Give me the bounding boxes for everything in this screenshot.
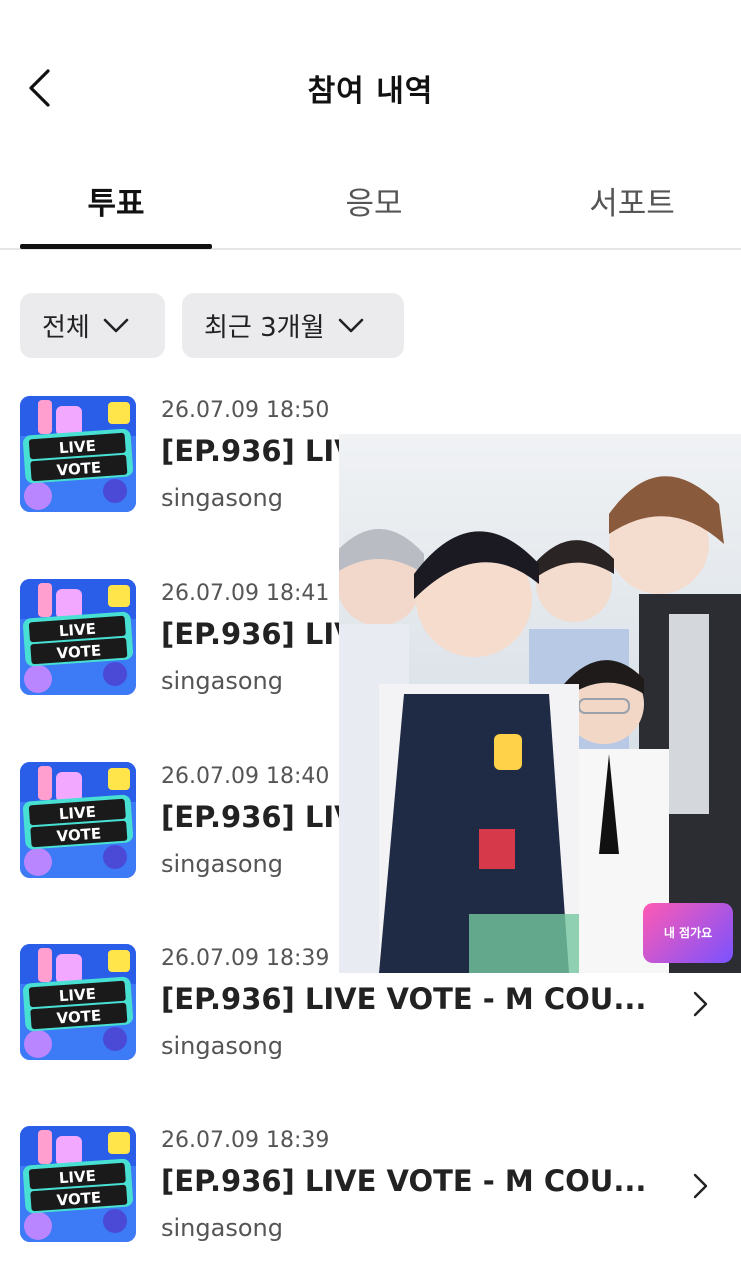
thumbnail-text-live: LIVE — [58, 1167, 96, 1188]
tab-support[interactable]: 서포트 — [536, 166, 728, 248]
thumbnail-text-live: LIVE — [58, 437, 96, 458]
item-source: singasong — [161, 850, 283, 878]
item-source: singasong — [161, 484, 283, 512]
live-vote-thumbnail: LIVE VOTE — [20, 944, 136, 1060]
page-title: 참여 내역 — [307, 74, 434, 109]
thumbnail-text-live: LIVE — [58, 985, 96, 1006]
thumbnail-text-vote: VOTE — [56, 1188, 102, 1209]
filter-period-label: 최근 3개월 — [204, 313, 325, 343]
overlay-photo: 내 점가요 — [339, 434, 741, 973]
item-title: [EP.936] LIVE VOTE - M COU... — [161, 1164, 647, 1198]
tab-entry[interactable]: 응모 — [278, 166, 470, 248]
group-selfie-image — [339, 434, 741, 973]
thumbnail-text-vote: VOTE — [56, 458, 102, 479]
chevron-right-icon — [693, 991, 708, 1017]
chevron-down-icon — [103, 318, 129, 332]
show-logo-badge: 내 점가요 — [643, 903, 733, 963]
item-date: 26.07.09 18:41 — [161, 581, 330, 606]
item-source: singasong — [161, 667, 283, 695]
filter-type-label: 전체 — [42, 313, 90, 343]
thumbnail-text-live: LIVE — [58, 803, 96, 824]
tab-bar: 투표 응모 서포트 — [0, 166, 741, 250]
live-vote-thumbnail: LIVE VOTE — [20, 762, 136, 878]
item-date: 26.07.09 18:39 — [161, 1128, 330, 1153]
live-vote-thumbnail: LIVE VOTE — [20, 1126, 136, 1242]
thumbnail-text-live: LIVE — [58, 620, 96, 641]
filter-period-dropdown[interactable]: 최근 3개월 — [182, 293, 404, 358]
item-source: singasong — [161, 1214, 283, 1242]
item-date: 26.07.09 18:50 — [161, 398, 330, 423]
participation-history-screen: 참여 내역 투표 응모 서포트 전체 최근 3개월 LIVE VOTE 26.0… — [0, 0, 741, 1284]
item-source: singasong — [161, 1032, 283, 1060]
item-date: 26.07.09 18:40 — [161, 764, 330, 789]
item-title: [EP.936] LIVE VOTE - M COU... — [161, 982, 647, 1016]
live-vote-thumbnail: LIVE VOTE — [20, 579, 136, 695]
thumbnail-text-vote: VOTE — [56, 824, 102, 845]
tab-vote[interactable]: 투표 — [20, 166, 212, 248]
list-item[interactable]: LIVE VOTE 26.07.09 18:39 [EP.936] LIVE V… — [0, 1126, 741, 1276]
thumbnail-text-vote: VOTE — [56, 641, 102, 662]
header: 참여 내역 — [0, 0, 741, 170]
active-tab-indicator — [20, 244, 212, 249]
filter-type-dropdown[interactable]: 전체 — [20, 293, 165, 358]
item-date: 26.07.09 18:39 — [161, 946, 330, 971]
live-vote-thumbnail: LIVE VOTE — [20, 396, 136, 512]
chevron-right-icon — [693, 1173, 708, 1199]
chevron-down-icon — [338, 318, 363, 332]
thumbnail-text-vote: VOTE — [56, 1006, 102, 1027]
